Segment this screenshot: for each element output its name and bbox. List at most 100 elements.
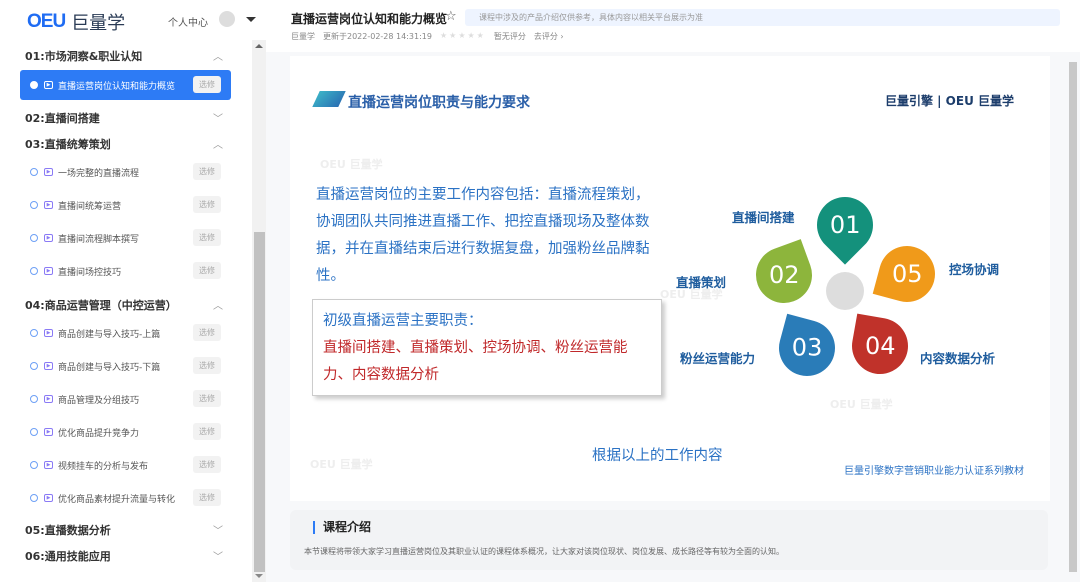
progress-circle-icon [30,81,38,89]
lesson-label: 直播间统筹运营 [58,201,122,212]
video-icon: ▶ [44,201,53,209]
petal-label: 内容数据分析 [920,351,996,366]
petal-label: 控场协调 [949,262,1000,277]
lesson-item[interactable]: ▶ 商品管理及分组技巧 选修 [20,384,231,414]
video-icon: ▶ [44,168,53,176]
lesson-item[interactable]: ▶ 直播间统筹运营 选修 [20,190,231,220]
petal-02: 02 [748,239,820,311]
course-intro: 课程介绍 本节课程将带领大家学习直播运营岗位及其职业认证的课程体系概况，让大家对… [290,510,1048,570]
elective-button[interactable]: 选修 [193,229,221,246]
favorite-star-icon[interactable]: ☆ [445,9,457,24]
course-sidebar: OEU 巨量学 个人中心 01:市场洞察&职业认知 ︿ ▶ 直播运营岗位认知和能力概览选… [0,0,266,582]
petal-05: 05 [872,239,942,309]
lesson-label: 一场完整的直播流程 [58,168,140,179]
petal-label: 直播策划 [676,275,727,290]
lesson-label: 直播间流程脚本撰写 [58,234,140,245]
box-text: 直播间搭建、直播策划、控场协调、粉丝运营能力、内容数据分析 [323,340,628,383]
elective-button[interactable]: 选修 [193,390,221,407]
elective-button[interactable]: 选修 [193,262,221,279]
progress-circle-icon [30,428,38,436]
lesson-label: 商品管理及分组技巧 [58,395,140,406]
updated-time: 更新于2022-02-28 14:31:19 [323,32,432,41]
avatar[interactable] [219,11,235,27]
elective-button[interactable]: 选修 [193,357,221,374]
progress-circle-icon [30,362,38,370]
watermark: OEU 巨量学 [310,458,373,471]
elective-button[interactable]: 选修 [193,423,221,440]
book-icon [312,91,346,107]
box-title: 初级直播运营主要职责： [323,313,483,329]
elective-button[interactable]: 选修 [193,456,221,473]
video-icon: ▶ [44,81,53,89]
video-icon: ▶ [44,267,53,275]
progress-circle-icon [30,267,38,275]
intro-text: 本节课程将带领大家学习直播运营岗位及其职业认证的课程体系概况，让大家对该岗位现状… [304,547,784,556]
lesson-item[interactable]: ▶ 直播运营岗位认知和能力概览 选修 [20,70,231,100]
lesson-label: 优化商品提升竞争力 [58,428,140,439]
video-icon: ▶ [44,362,53,370]
lesson-label: 优化商品素材提升流量与转化 [58,494,176,505]
scroll-up-icon[interactable] [255,44,263,48]
slide-brand: 巨量引擎 | OEU 巨量学 [884,94,1014,108]
rating-stars-icon[interactable]: ★★★★★ [440,31,486,42]
scroll-down-icon[interactable] [255,574,263,578]
section-title: 01:市场洞察&职业认知 [25,50,143,63]
main-content: 直播运营岗位认知和能力概览 ☆ 课程中涉及的产品介绍仅供参考，具体内容以相关平台… [266,0,1080,582]
rate-link[interactable]: 去评分 › [534,31,564,42]
lesson-item[interactable]: ▶ 直播间流程脚本撰写 选修 [20,223,231,253]
elective-button[interactable]: 选修 [193,489,221,506]
section-header[interactable]: 05:直播数据分析 ﹀ [25,522,231,538]
lesson-label: 直播间场控技巧 [58,267,122,278]
lesson-label: 视频挂车的分析与发布 [58,461,149,472]
progress-circle-icon [30,461,38,469]
watermark: OEU 巨量学 [830,398,893,411]
petal-03: 03 [772,313,842,383]
petal-label: 直播间搭建 [732,210,795,225]
section-header[interactable]: 04:商品运营管理（中控运营） ︿ [25,297,231,313]
section-header[interactable]: 02:直播间搭建 ﹀ [25,110,231,126]
elective-button[interactable]: 选修 [193,196,221,213]
chevron-icon[interactable]: ︿ [213,136,223,151]
elective-button[interactable]: 选修 [193,324,221,341]
section-header[interactable]: 01:市场洞察&职业认知 ︿ [25,48,231,64]
chevron-icon[interactable]: ﹀ [213,548,223,563]
lesson-item[interactable]: ▶ 视频挂车的分析与发布 选修 [20,450,231,480]
chevron-icon[interactable]: ︿ [213,48,223,63]
progress-circle-icon [30,168,38,176]
slide-heading: 直播运营岗位职责与能力要求 [348,95,530,111]
section-title: 02:直播间搭建 [25,112,100,125]
dropdown-caret-icon[interactable] [246,17,256,22]
chevron-icon[interactable]: ︿ [213,297,223,312]
elective-button[interactable]: 选修 [193,163,221,180]
petal-01: 01 [805,185,885,265]
user-center-link[interactable]: 个人中心 [168,14,208,29]
progress-circle-icon [30,329,38,337]
section-title: 05:直播数据分析 [25,524,111,537]
lesson-label: 商品创建与导入技巧-下篇 [58,362,161,373]
section-title: 04:商品运营管理（中控运营） [25,299,177,312]
logo[interactable]: OEU 巨量学 [27,9,125,35]
progress-circle-icon [30,234,38,242]
video-icon: ▶ [44,494,53,502]
video-icon: ▶ [44,428,53,436]
lesson-item[interactable]: ▶ 商品创建与导入技巧-上篇 选修 [20,318,231,348]
video-icon: ▶ [44,461,53,469]
section-header[interactable]: 03:直播统筹策划 ︿ [25,136,231,152]
section-title: 06:通用技能应用 [25,550,111,563]
section-header[interactable]: 06:通用技能应用 ﹀ [25,548,231,564]
intro-title: 课程介绍 [313,521,371,534]
chevron-icon[interactable]: ﹀ [213,522,223,537]
page-title: 直播运营岗位认知和能力概览 [291,12,448,26]
lesson-item[interactable]: ▶ 优化商品素材提升流量与转化 选修 [20,483,231,513]
duty-box: 初级直播运营主要职责： 直播间搭建、直播策划、控场协调、粉丝运营能力、内容数据分… [312,299,662,396]
page-scrollbar[interactable] [1068,52,1078,582]
lesson-item[interactable]: ▶ 直播间场控技巧 选修 [20,256,231,286]
video-icon: ▶ [44,234,53,242]
lesson-item[interactable]: ▶ 商品创建与导入技巧-下篇 选修 [20,351,231,381]
video-slide[interactable]: OEU 巨量学 OEU 巨量学 OEU 巨量学 OEU 巨量学 直播运营岗位职责… [290,56,1050,501]
sidebar-scrollbar[interactable] [252,40,266,582]
chevron-icon[interactable]: ﹀ [213,110,223,125]
elective-button[interactable]: 选修 [193,76,221,93]
lesson-item[interactable]: ▶ 优化商品提升竞争力 选修 [20,417,231,447]
lesson-item[interactable]: ▶ 一场完整的直播流程 选修 [20,157,231,187]
